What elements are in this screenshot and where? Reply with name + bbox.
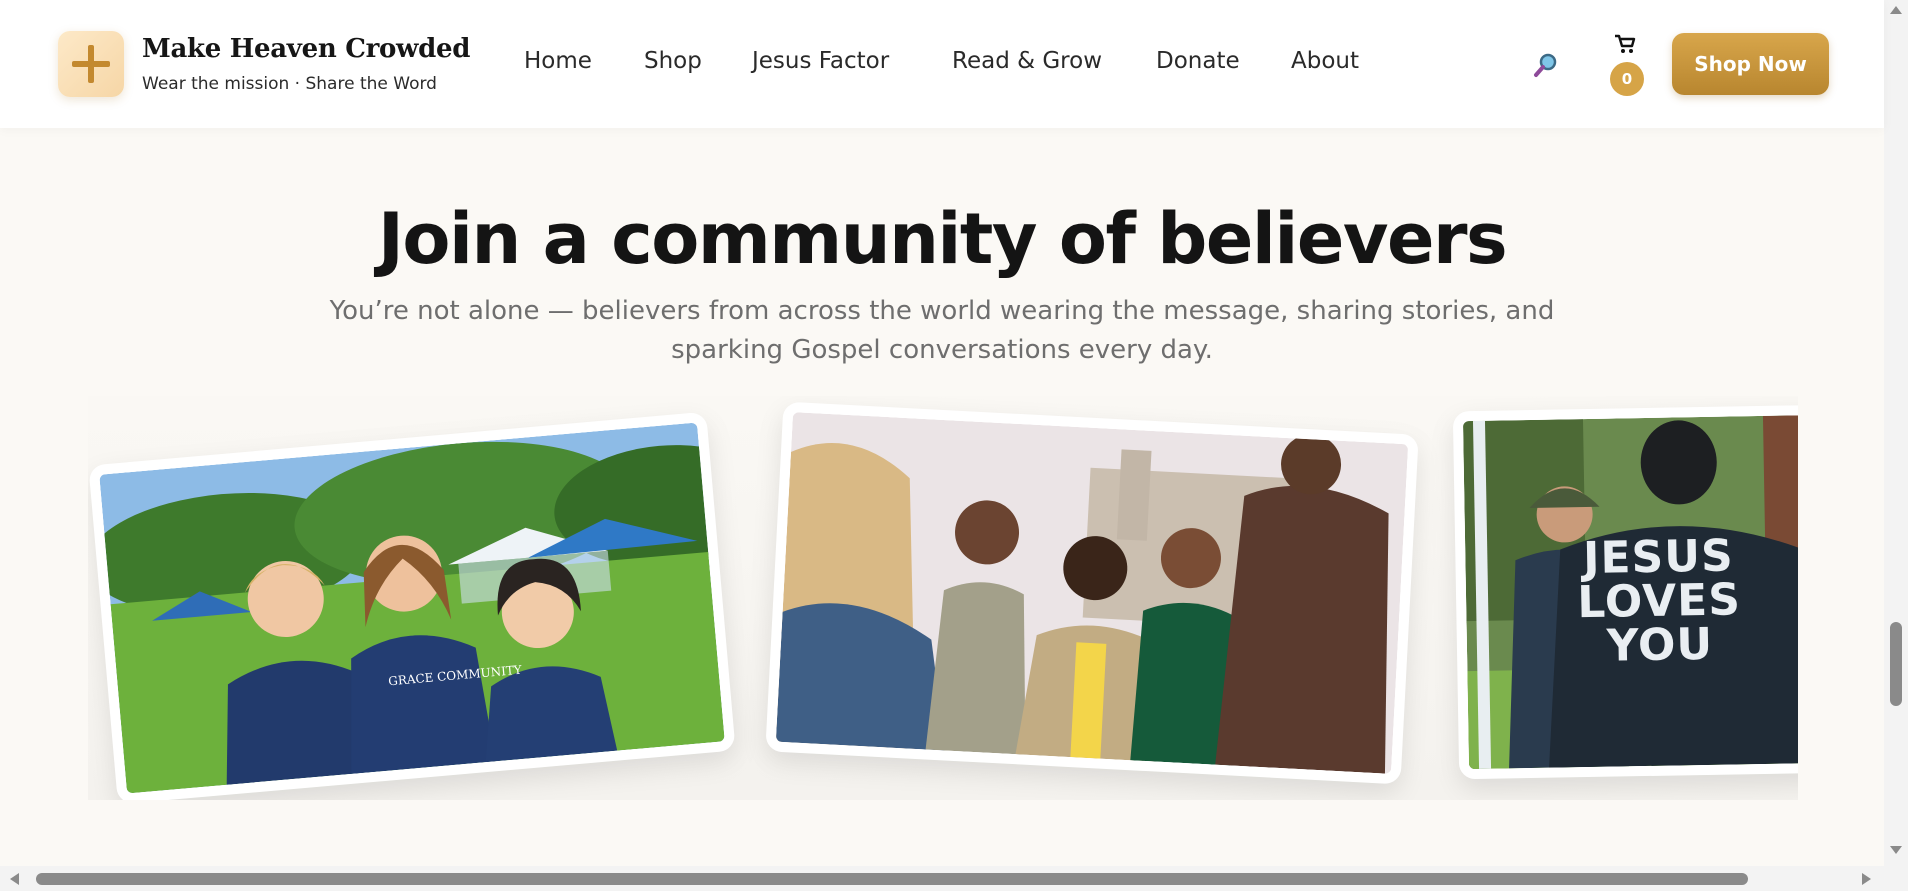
scroll-down-arrow-icon[interactable] [1890,846,1902,854]
nav-item-shop[interactable]: Shop [644,48,702,74]
vertical-scroll-thumb[interactable] [1890,622,1902,706]
logo-cross-icon[interactable] [58,31,124,97]
cart-button[interactable]: 0 [1608,34,1648,96]
horizontal-scrollbar[interactable] [0,866,1908,891]
community-gallery: GRACE COMMUNITY JESUS LOVES YOU [88,396,1798,800]
nav-item-donate[interactable]: Donate [1156,48,1240,74]
section-headline: Join a community of believers [377,198,1508,280]
photo-card[interactable]: GRACE COMMUNITY [88,411,736,800]
nav-item-about[interactable]: About [1291,48,1359,74]
photo-card[interactable] [765,401,1419,785]
church-volunteers-photo: GRACE COMMUNITY [99,422,725,794]
scroll-left-arrow-icon[interactable] [10,873,19,885]
scroll-right-arrow-icon[interactable] [1862,873,1871,885]
nav-item-home[interactable]: Home [524,48,592,74]
nav-item-jesus-factor[interactable]: Jesus Factor [752,48,889,74]
photo-card[interactable]: JESUS LOVES YOU [1452,404,1798,780]
cart-count-badge: 0 [1610,62,1644,96]
horizontal-scroll-thumb[interactable] [36,873,1748,885]
cart-icon [1614,34,1636,54]
brand-name[interactable]: Make Heaven Crowded [142,34,470,64]
brand-tagline: Wear the mission · Share the Word [142,74,437,94]
shirt-print-text: JESUS LOVES YOU [1576,530,1742,672]
section-subtitle: You’re not alone — believers from across… [329,296,1555,365]
search-icon[interactable] [1532,51,1560,79]
scroll-up-arrow-icon[interactable] [1890,6,1902,14]
shop-now-button[interactable]: Shop Now [1672,33,1829,95]
nav-item-read-grow[interactable]: Read & Grow [952,48,1102,74]
friends-laughing-photo [775,412,1409,774]
vertical-scrollbar[interactable] [1884,0,1908,866]
jesus-loves-you-shirt-photo: JESUS LOVES YOU [1462,414,1798,770]
site-header: Make Heaven Crowded Wear the mission · S… [0,0,1884,128]
